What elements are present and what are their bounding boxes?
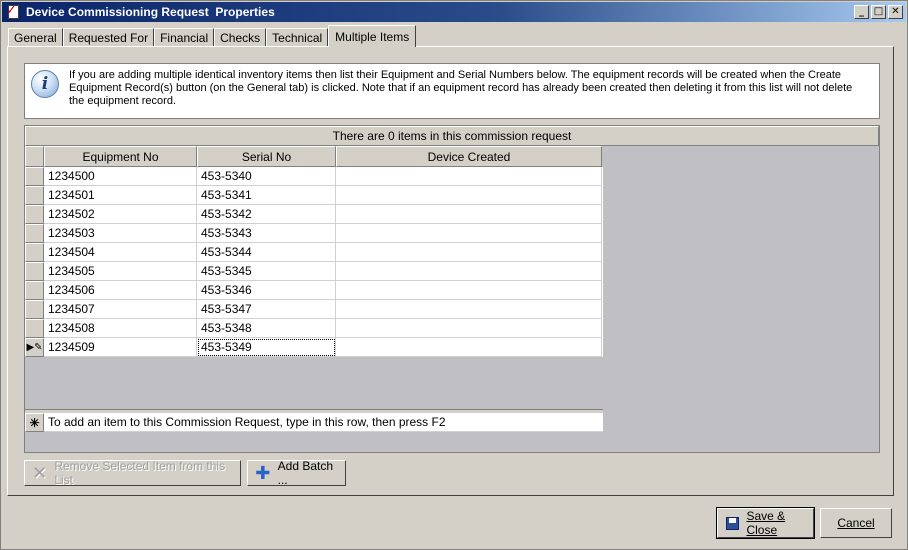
info-icon: i [31,70,59,98]
serial-no-cell[interactable]: 453-5343 [197,224,336,243]
serial-no-cell[interactable]: 453-5341 [197,186,336,205]
device-created-cell[interactable] [336,224,602,243]
info-box: i If you are adding multiple identical i… [24,63,880,119]
x-icon: ✕ [32,462,48,484]
table-row[interactable]: 1234502 453-5342 [25,205,603,224]
close-button[interactable]: ✕ [888,5,903,19]
serial-no-cell[interactable]: 453-5340 [197,167,336,186]
equipment-no-cell[interactable]: 1234501 [44,186,197,205]
device-created-cell[interactable] [336,300,602,319]
serial-no-cell[interactable]: 453-5344 [197,243,336,262]
add-batch-button[interactable]: ✚ Add Batch ... [247,459,346,487]
title-bar[interactable]: ✓ Device Commissioning Request Propertie… [2,2,906,22]
window-title: Device Commissioning Request Properties [26,5,275,19]
equipment-no-cell[interactable]: 1234505 [44,262,197,281]
tab-checks[interactable]: Checks [214,28,267,47]
equipment-no-cell[interactable]: 1234507 [44,300,197,319]
device-created-cell[interactable] [336,281,602,300]
cancel-label: Cancel [837,516,875,530]
equipment-no-cell[interactable]: 1234506 [44,281,197,300]
serial-no-cell[interactable]: 453-5348 [197,319,336,338]
column-header-device-created[interactable]: Device Created [336,146,602,167]
save-and-close-button[interactable]: Save & Close [716,507,815,539]
row-selector[interactable] [25,186,44,205]
device-created-cell[interactable] [336,243,602,262]
row-selector[interactable] [25,224,44,243]
table-row[interactable]: 1234500 453-5340 [25,167,603,186]
new-row-asterisk-icon: ✳ [25,413,44,432]
row-selector[interactable] [25,300,44,319]
app-icon: ✓ [6,4,22,20]
column-header-equipment-no[interactable]: Equipment No [44,146,197,167]
row-selector[interactable] [25,205,44,224]
add-batch-button-label: Add Batch ... [277,459,334,487]
properties-window: ✓ Device Commissioning Request Propertie… [0,0,908,550]
table-body: 1234500 453-5340 1234501 453-5341 1234502 453… [25,167,603,357]
new-row-hint[interactable]: To add an item to this Commission Reques… [44,413,603,432]
table-row[interactable]: 1234503 453-5343 [25,224,603,243]
current-row-indicator-icon[interactable]: ▶✎ [25,338,44,357]
serial-no-cell[interactable]: 453-5349 [197,338,336,357]
table-row[interactable]: 1234505 453-5345 [25,262,603,281]
remove-button-label: Remove Selected Item from this List [54,459,226,487]
save-close-label: Save & Close [746,509,786,537]
table-row[interactable]: 1234504 453-5344 [25,243,603,262]
tab-technical[interactable]: Technical [266,28,329,47]
device-created-cell[interactable] [336,167,602,186]
tab-requested-for[interactable]: Requested For [62,28,155,47]
tab-general[interactable]: General [8,28,63,47]
equipment-no-cell[interactable]: 1234508 [44,319,197,338]
table-row[interactable]: 1234508 453-5348 [25,319,603,338]
row-selector[interactable] [25,319,44,338]
tab-strip: General Requested For Financial Checks T… [8,25,417,47]
equipment-no-cell[interactable]: 1234500 [44,167,197,186]
table-row[interactable]: 1234506 453-5346 [25,281,603,300]
equipment-no-cell[interactable]: 1234509 [44,338,197,357]
info-text: If you are adding multiple identical inv… [69,69,853,107]
row-selector[interactable] [25,281,44,300]
table-row[interactable]: 1234507 453-5347 [25,300,603,319]
device-created-cell[interactable] [336,186,602,205]
plus-icon: ✚ [255,462,271,484]
table-row[interactable]: ▶✎ 1234509 453-5349 [25,338,603,357]
column-header-serial-no[interactable]: Serial No [197,146,336,167]
header-row: Equipment No Serial No Device Created [25,146,603,167]
minimize-button[interactable]: _ [854,5,869,19]
remove-selected-item-button[interactable]: ✕ Remove Selected Item from this List [24,459,241,487]
device-created-cell[interactable] [336,319,602,338]
row-selector-header [25,146,44,167]
items-table: Equipment No Serial No Device Created 12… [25,146,603,357]
maximize-button[interactable]: □ [871,5,886,19]
row-selector[interactable] [25,262,44,281]
grid-caption: There are 0 items in this commission req… [25,126,879,146]
serial-no-cell[interactable]: 453-5345 [197,262,336,281]
serial-no-cell[interactable]: 453-5346 [197,281,336,300]
cancel-button[interactable]: Cancel [820,508,892,538]
row-selector[interactable] [25,167,44,186]
items-grid[interactable]: There are 0 items in this commission req… [24,125,880,453]
device-created-cell[interactable] [336,338,602,357]
tab-multiple-items[interactable]: Multiple Items [328,25,417,47]
serial-no-cell[interactable]: 453-5347 [197,300,336,319]
table-row[interactable]: 1234501 453-5341 [25,186,603,205]
device-created-cell[interactable] [336,205,602,224]
serial-no-cell[interactable]: 453-5342 [197,205,336,224]
multiple-items-panel: i If you are adding multiple identical i… [7,46,894,496]
equipment-no-cell[interactable]: 1234504 [44,243,197,262]
tab-financial[interactable]: Financial [154,28,215,47]
device-created-cell[interactable] [336,262,602,281]
new-item-row[interactable]: ✳ To add an item to this Commission Requ… [25,413,603,432]
equipment-no-cell[interactable]: 1234502 [44,205,197,224]
floppy-disk-icon [724,514,740,532]
row-selector[interactable] [25,243,44,262]
equipment-no-cell[interactable]: 1234503 [44,224,197,243]
